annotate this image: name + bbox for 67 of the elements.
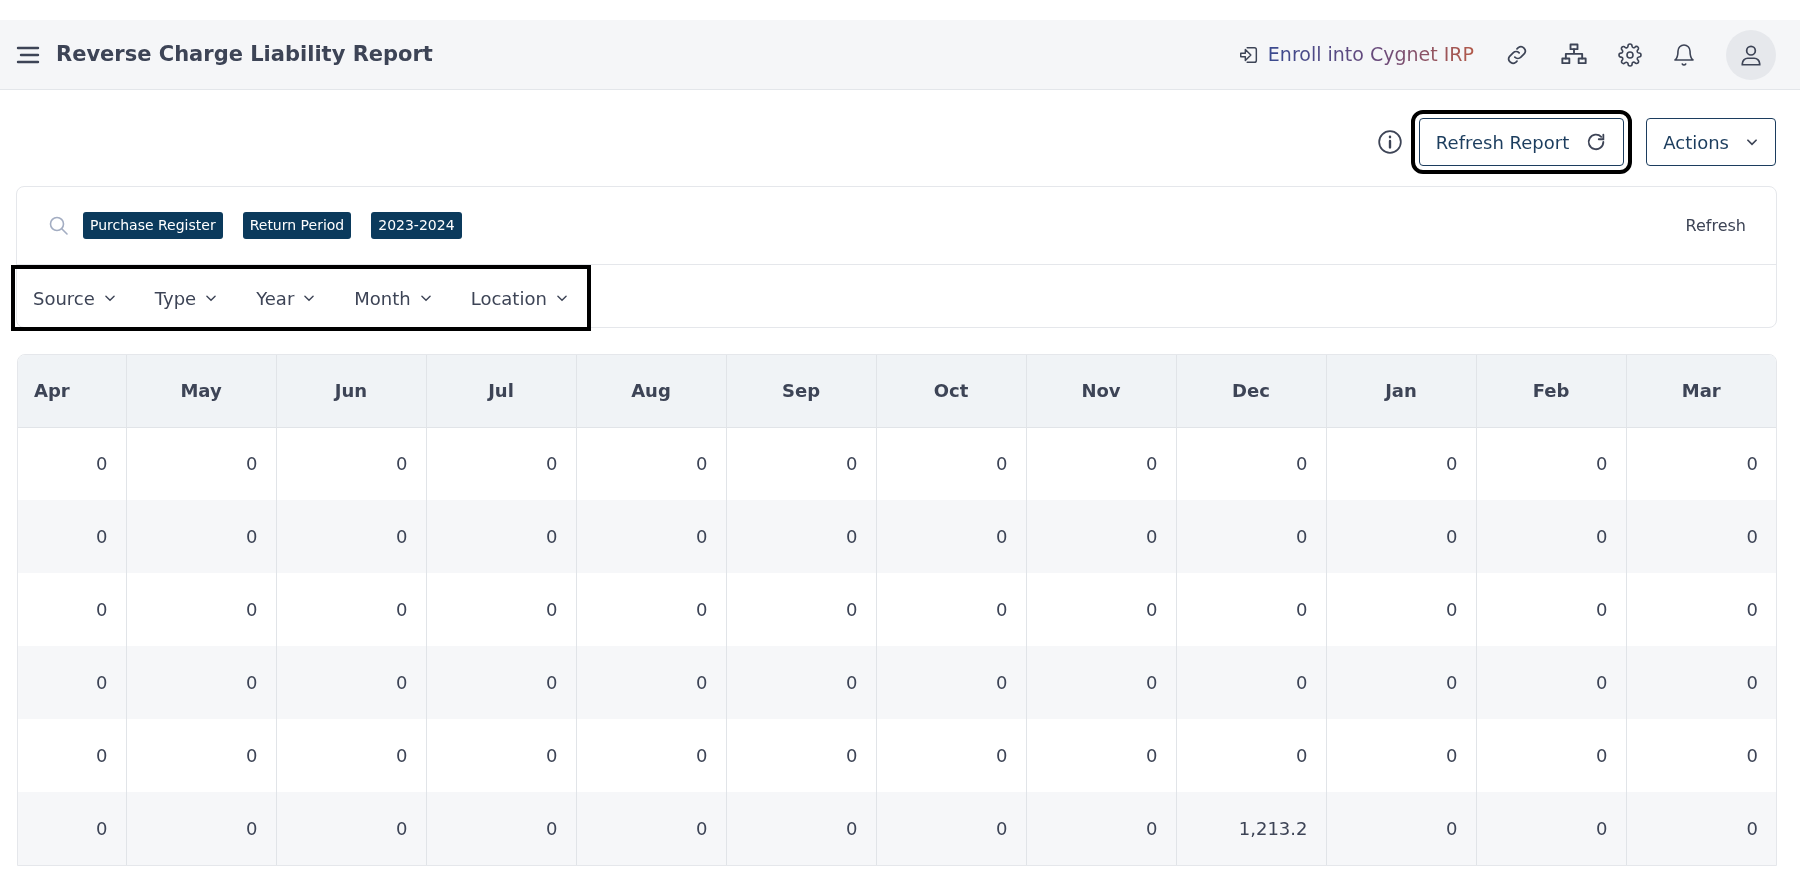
actions-button[interactable]: Actions [1646,118,1776,166]
filter-dropdown[interactable]: Location [458,269,581,327]
table-cell: 0 [426,500,576,573]
table-cell: 0 [1476,792,1626,865]
table-cell: 0 [126,792,276,865]
table-cell: 0 [876,500,1026,573]
table-cell: 0 [576,792,726,865]
table-cell: 0 [1026,500,1176,573]
column-header: Oct [876,355,1026,427]
table-cell: 0 [1176,500,1326,573]
column-header: Mar [1626,355,1776,427]
table-cell: 0 [1626,792,1776,865]
settings-icon[interactable] [1618,42,1642,67]
table-cell: 0 [1476,646,1626,719]
column-header: Jan [1326,355,1476,427]
menu-icon[interactable] [16,44,40,65]
column-header: Apr [18,355,126,427]
filter-dropdown[interactable]: Month [342,269,445,327]
column-header: Jun [276,355,426,427]
table-cell: 0 [1626,573,1776,646]
table-cell: 0 [126,646,276,719]
bell-icon[interactable] [1672,42,1696,67]
table-cell: 1,213.2 [1176,792,1326,865]
table-cell: 0 [1176,646,1326,719]
info-icon[interactable] [1376,129,1403,155]
user-avatar[interactable] [1726,29,1776,80]
table-cell: 0 [18,646,126,719]
table-cell: 0 [1326,646,1476,719]
page-title: Reverse Charge Liability Report [56,41,433,68]
column-header: Jul [426,355,576,427]
table-cell: 0 [1026,792,1176,865]
table-cell: 0 [126,500,276,573]
table-cell: 0 [276,646,426,719]
table-cell: 0 [876,646,1026,719]
table-cell: 0 [18,500,126,573]
filter-chip: 2023-2024 [371,212,462,239]
table-cell: 0 [726,792,876,865]
table-cell: 0 [1326,500,1476,573]
table-cell: 0 [1626,500,1776,573]
table-cell: 0 [576,646,726,719]
table-cell: 0 [1626,719,1776,792]
table-cell: 0 [426,646,576,719]
refresh-link[interactable]: Refresh [1685,213,1746,238]
table-cell: 0 [726,646,876,719]
column-header: Aug [576,355,726,427]
filter-dropdown[interactable]: Year [244,269,329,327]
table-cell: 0 [426,792,576,865]
filter-dropdown[interactable]: Source [21,269,129,327]
table-cell: 0 [1026,646,1176,719]
table-cell: 0 [1626,646,1776,719]
table-cell: 0 [726,500,876,573]
table-cell: 0 [276,792,426,865]
column-header: Dec [1176,355,1326,427]
column-header: Feb [1476,355,1626,427]
column-header: Nov [1026,355,1176,427]
table-cell: 0 [876,792,1026,865]
table-cell: 0 [1326,792,1476,865]
column-header: May [126,355,276,427]
column-header: Sep [726,355,876,427]
table-cell: 0 [276,500,426,573]
filter-chip: Return Period [242,212,352,239]
table-cell: 0 [18,792,126,865]
filter-chip: Purchase Register [83,212,223,239]
table-cell: 0 [576,500,726,573]
table-cell: 0 [1476,500,1626,573]
filter-dropdown[interactable]: Type [142,269,231,327]
table-cell: 0 [1626,427,1776,500]
